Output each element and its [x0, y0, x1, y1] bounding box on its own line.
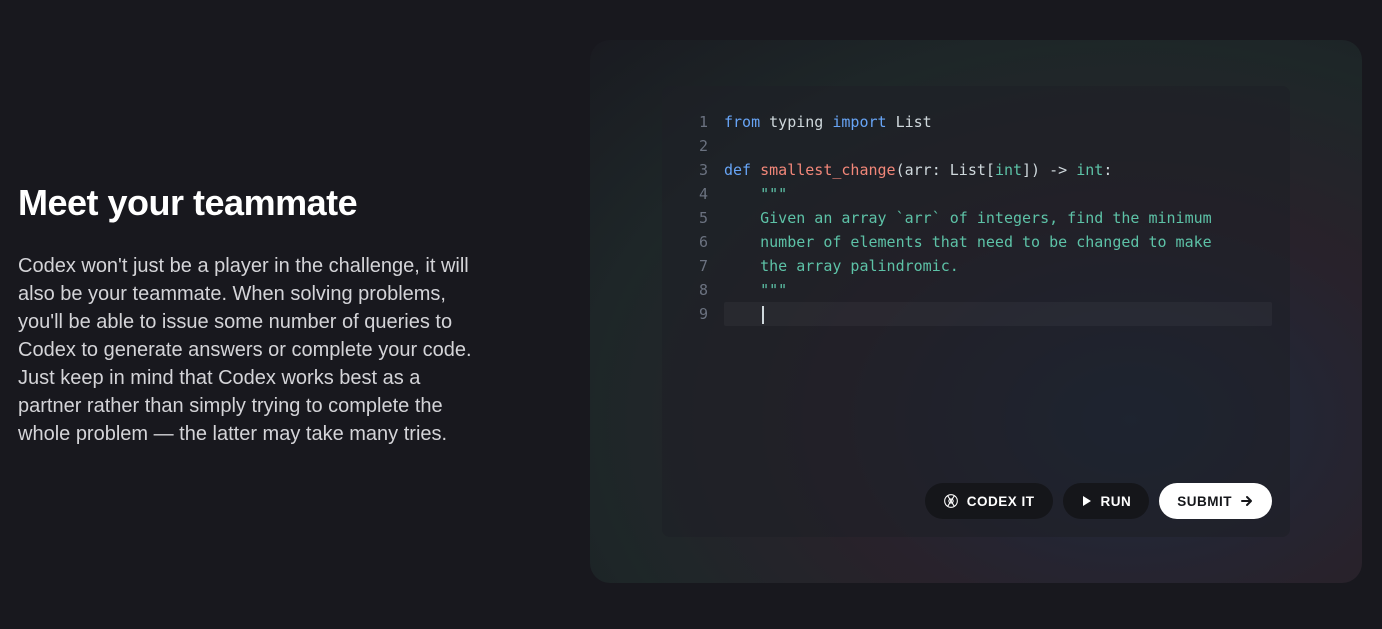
code-line[interactable]: 6 number of elements that need to be cha…	[680, 230, 1272, 254]
submit-label: SUBMIT	[1177, 494, 1232, 509]
line-content[interactable]	[724, 302, 1272, 326]
run-button[interactable]: RUN	[1063, 483, 1150, 519]
code-line[interactable]: 5 Given an array `arr` of integers, find…	[680, 206, 1272, 230]
code-line[interactable]: 2	[680, 134, 1272, 158]
main-container: Meet your teammate Codex won't just be a…	[0, 0, 1382, 629]
arrow-right-icon	[1240, 494, 1254, 508]
code-line[interactable]: 3 def smallest_change(arr: List[int]) -> …	[680, 158, 1272, 182]
editor-panel: 1 from typing import List 23 def smallest_c…	[590, 40, 1362, 583]
line-number: 3	[680, 158, 708, 182]
play-icon	[1081, 495, 1093, 507]
code-line[interactable]: 4 """	[680, 182, 1272, 206]
submit-button[interactable]: SUBMIT	[1159, 483, 1272, 519]
code-line[interactable]: 1 from typing import List	[680, 110, 1272, 134]
codex-it-button[interactable]: CODEX IT	[925, 483, 1053, 519]
codex-icon	[943, 493, 959, 509]
line-number: 8	[680, 278, 708, 302]
line-number: 9	[680, 302, 708, 326]
info-panel: Meet your teammate Codex won't just be a…	[0, 182, 520, 448]
page-description: Codex won't just be a player in the chal…	[18, 252, 480, 448]
line-content[interactable]: the array palindromic.	[724, 254, 959, 278]
code-line[interactable]: 7 the array palindromic.	[680, 254, 1272, 278]
page-heading: Meet your teammate	[18, 182, 480, 224]
code-line[interactable]: 8 """	[680, 278, 1272, 302]
run-label: RUN	[1101, 494, 1132, 509]
line-number: 1	[680, 110, 708, 134]
line-number: 4	[680, 182, 708, 206]
codex-it-label: CODEX IT	[967, 494, 1035, 509]
code-line[interactable]: 9	[680, 302, 1272, 326]
line-content[interactable]: """	[724, 278, 787, 302]
editor-toolbar: CODEX IT RUN SUBMIT	[680, 483, 1272, 519]
code-editor[interactable]: 1 from typing import List 23 def smallest_c…	[662, 86, 1290, 537]
line-content[interactable]: from typing import List	[724, 110, 932, 134]
line-number: 2	[680, 134, 708, 158]
line-content[interactable]: Given an array `arr` of integers, find t…	[724, 206, 1212, 230]
line-number: 6	[680, 230, 708, 254]
line-content[interactable]: number of elements that need to be chang…	[724, 230, 1212, 254]
line-number: 5	[680, 206, 708, 230]
line-content[interactable]: def smallest_change(arr: List[int]) -> i…	[724, 158, 1112, 182]
line-content[interactable]: """	[724, 182, 787, 206]
text-cursor	[762, 306, 764, 324]
line-number: 7	[680, 254, 708, 278]
code-area[interactable]: 1 from typing import List 23 def smallest_c…	[680, 110, 1272, 465]
